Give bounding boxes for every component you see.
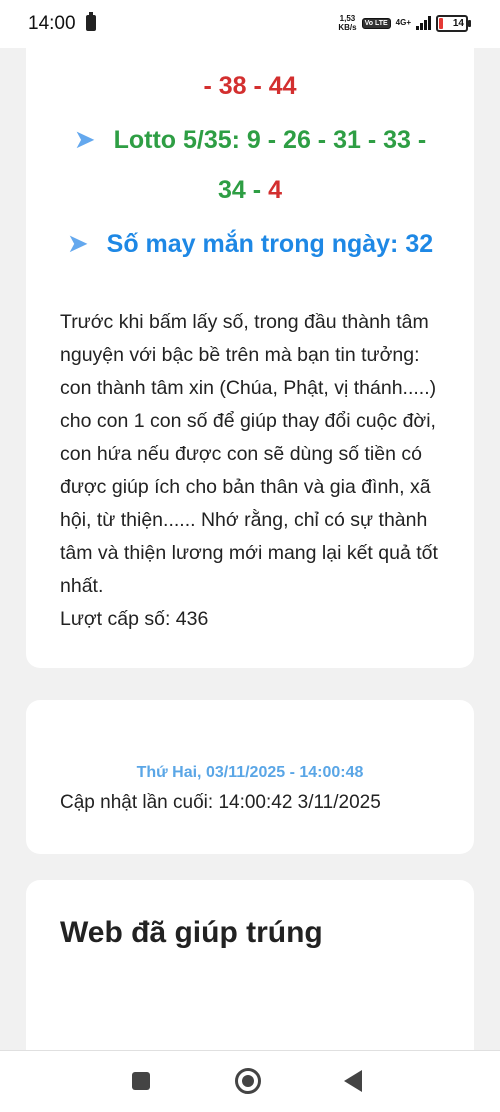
lucky-number-line: ➤ Số may mắn trong ngày: 32 — [26, 228, 474, 259]
status-time: 14:00 — [28, 13, 76, 34]
lucky-number: Số may mắn trong ngày: 32 — [106, 230, 434, 258]
circle-home-icon[interactable] — [235, 1068, 261, 1094]
system-nav-bar — [0, 1050, 500, 1112]
arrow-icon: ➤ — [66, 228, 89, 258]
net-speed: 1,53 KB/s — [338, 14, 357, 32]
arrow-icon: ➤ — [73, 124, 96, 154]
network-type: 4G+ — [395, 18, 411, 27]
battery-saver-icon — [86, 12, 96, 31]
battery-level: 14 — [452, 17, 464, 29]
status-icons: 1,53 KB/s Vo LTE 4G+ 14 — [338, 14, 471, 32]
status-bar: 14:00 1,53 KB/s Vo LTE 4G+ 14 — [0, 0, 500, 48]
results-card: - 38 - 44 ➤ Lotto 5/35: 9 - 26 - 31 - 33 … — [26, 48, 474, 668]
instructions-text: Trước khi bấm lấy số, trong đầu thành tâ… — [60, 311, 438, 630]
section-title: Web đã giúp trúng — [60, 916, 323, 949]
current-datetime: Thứ Hai, 03/11/2025 - 14:00:48 — [136, 764, 364, 781]
triangle-back-icon[interactable] — [344, 1070, 362, 1092]
update-card: Thứ Hai, 03/11/2025 - 14:00:48 Cập nhật … — [26, 700, 474, 854]
issued-count: Lượt cấp số: 436 — [60, 608, 209, 630]
volte-icon: Vo LTE — [361, 17, 391, 29]
result-partial-line: - 38 - 44 — [203, 72, 297, 100]
lotto-line-continued: 34 - 4 — [218, 176, 282, 204]
battery-icon: 14 — [436, 14, 471, 32]
lotto-line: ➤ Lotto 5/35: 9 - 26 - 31 - 33 - — [26, 124, 474, 155]
signal-icon — [416, 16, 431, 30]
last-update: Cập nhật lần cuối: 14:00:42 3/11/2025 — [60, 792, 381, 813]
square-icon[interactable] — [132, 1072, 150, 1090]
lotto-numbers: Lotto 5/35: 9 - 26 - 31 - 33 - — [113, 126, 427, 154]
